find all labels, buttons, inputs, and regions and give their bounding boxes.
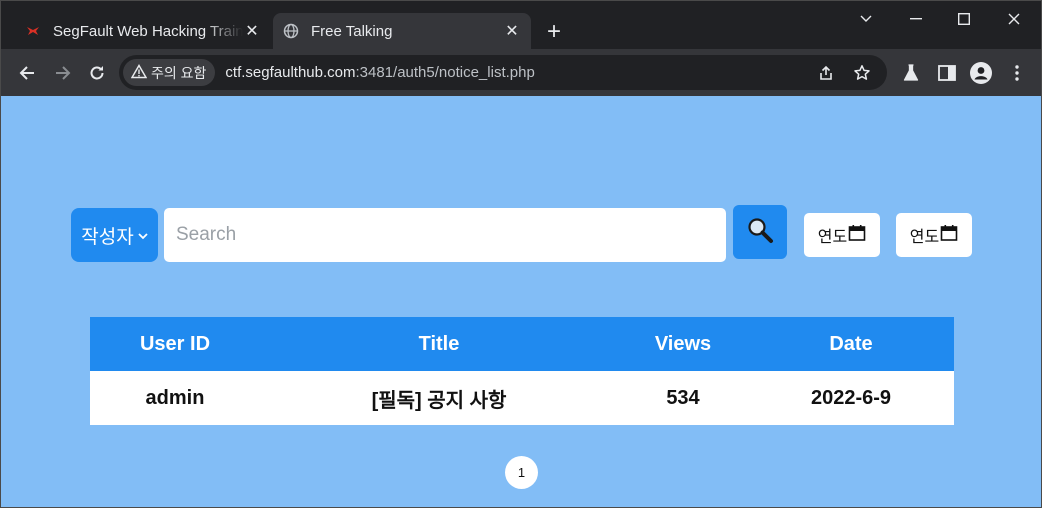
start-date-input[interactable]: 연도 (804, 213, 880, 257)
page-content: 작성자 연도 연도 (1, 96, 1041, 507)
page-button-1[interactable]: 1 (505, 456, 538, 489)
url-path: :3481/auth5/notice_list.php (355, 64, 535, 81)
labs-flask-icon[interactable] (899, 61, 923, 85)
segfault-logo-icon (25, 23, 41, 39)
new-tab-button[interactable]: + (541, 19, 567, 45)
end-date-input[interactable]: 연도 (896, 213, 972, 257)
warning-triangle-icon (130, 63, 148, 82)
url-host: ctf.segfaulthub.com (225, 64, 356, 81)
tab-strip: SegFault Web Hacking Training ✕ Free Tal… (1, 1, 1041, 49)
tab-free-talking[interactable]: Free Talking ✕ (273, 13, 531, 49)
cell-user-id: admin (90, 371, 260, 425)
side-panel-icon[interactable] (935, 61, 959, 85)
address-bar[interactable]: 주의 요함 ctf.segfaulthub.com:3481/auth5/not… (119, 55, 887, 90)
share-icon[interactable] (815, 62, 837, 84)
column-header-user-id: User ID (90, 317, 260, 371)
cell-title-link[interactable]: [필독] 공지 사항 (260, 371, 618, 425)
tab-segfault[interactable]: SegFault Web Hacking Training ✕ (15, 13, 271, 49)
end-date-label: 연도 (909, 229, 940, 246)
globe-icon (283, 23, 299, 39)
close-window-icon[interactable] (991, 1, 1037, 37)
minimize-icon[interactable] (893, 1, 939, 37)
column-header-views: Views (618, 317, 748, 371)
browser-window: SegFault Web Hacking Training ✕ Free Tal… (0, 0, 1042, 508)
bookmark-star-icon[interactable] (851, 62, 873, 84)
security-label: 주의 요함 (151, 64, 207, 81)
url-text: ctf.segfaulthub.com:3481/auth5/notice_li… (225, 64, 534, 81)
chevron-down-icon (138, 224, 148, 246)
table-row[interactable]: admin [필독] 공지 사항 534 2022-6-9 (90, 371, 954, 425)
calendar-icon (940, 224, 958, 247)
cell-date: 2022-6-9 (748, 371, 954, 425)
more-menu-icon[interactable] (1005, 61, 1029, 85)
maximize-icon[interactable] (941, 1, 987, 37)
notice-table: User ID Title Views Date admin [필독] 공지 사… (90, 317, 954, 425)
search-icon (746, 216, 774, 249)
profile-avatar-icon[interactable] (969, 61, 993, 85)
security-indicator[interactable]: 주의 요함 (123, 59, 216, 86)
reload-icon[interactable] (83, 59, 111, 87)
forward-arrow-icon[interactable] (49, 59, 77, 87)
calendar-icon (848, 224, 866, 247)
column-header-title: Title (260, 317, 618, 371)
tab-search-icon[interactable] (843, 1, 889, 37)
search-button[interactable] (733, 205, 787, 259)
search-input[interactable] (164, 208, 726, 262)
close-tab-icon[interactable]: ✕ (503, 22, 521, 40)
cell-views: 534 (618, 371, 748, 425)
tab-title: Free Talking (311, 22, 393, 40)
back-arrow-icon[interactable] (13, 59, 41, 87)
start-date-label: 연도 (817, 229, 848, 246)
column-header-date: Date (748, 317, 954, 371)
filter-label: 작성자 (81, 226, 134, 248)
search-filter-select[interactable]: 작성자 (71, 208, 158, 262)
close-tab-icon[interactable]: ✕ (243, 22, 261, 40)
table-header-row: User ID Title Views Date (90, 317, 954, 371)
browser-toolbar: 주의 요함 ctf.segfaulthub.com:3481/auth5/not… (1, 49, 1041, 96)
tab-title: SegFault Web Hacking Training (53, 22, 243, 40)
pagination: 1 (505, 456, 538, 489)
